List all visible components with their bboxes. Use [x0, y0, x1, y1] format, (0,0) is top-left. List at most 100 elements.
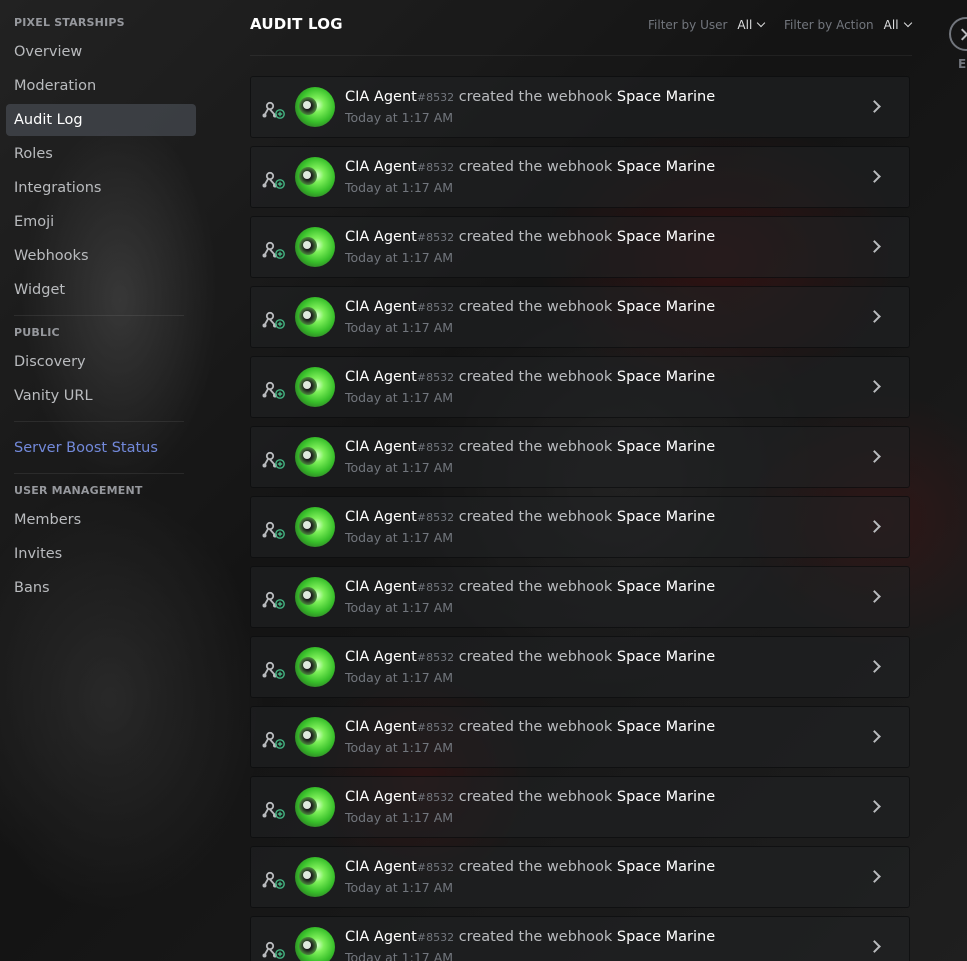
sidebar-item-bans[interactable]: Bans: [6, 572, 196, 604]
chevron-right-icon[interactable]: [868, 240, 881, 253]
chevron-right-icon[interactable]: [868, 590, 881, 603]
entry-target: Space Marine: [616, 229, 716, 245]
sidebar-item-integrations[interactable]: Integrations: [6, 172, 196, 204]
audit-log-entry[interactable]: CIA Agent#8532 created the webhook Space…: [250, 566, 910, 628]
entry-timestamp: Today at 1:17 AM: [345, 670, 454, 685]
avatar[interactable]: [295, 157, 335, 197]
webhook-create-icon: [262, 241, 285, 259]
sidebar-item-widget[interactable]: Widget: [6, 274, 196, 306]
entry-username[interactable]: CIA Agent: [345, 859, 417, 875]
audit-log-entry[interactable]: CIA Agent#8532 created the webhook Space…: [250, 706, 910, 768]
entry-timestamp: Today at 1:17 AM: [345, 110, 454, 125]
webhook-create-icon: [262, 311, 285, 329]
close-settings[interactable]: ESC: [949, 17, 967, 71]
user-management-section-header: USER MANAGEMENT: [14, 484, 143, 497]
entry-username[interactable]: CIA Agent: [345, 509, 417, 525]
entry-username[interactable]: CIA Agent: [345, 229, 417, 245]
avatar[interactable]: [295, 507, 335, 547]
avatar[interactable]: [295, 647, 335, 687]
audit-log-panel: AUDIT LOG Filter by User All Filter by Ac…: [250, 0, 912, 961]
sidebar-item-moderation[interactable]: Moderation: [6, 70, 196, 102]
filter-by-user-dropdown[interactable]: Filter by User All: [648, 18, 766, 32]
chevron-right-icon[interactable]: [868, 170, 881, 183]
audit-log-entry[interactable]: CIA Agent#8532 created the webhook Space…: [250, 216, 910, 278]
entry-username[interactable]: CIA Agent: [345, 159, 417, 175]
sidebar-item-overview[interactable]: Overview: [6, 36, 196, 68]
entry-username[interactable]: CIA Agent: [345, 649, 417, 665]
entry-description: CIA Agent#8532 created the webhook Space…: [345, 439, 715, 455]
chevron-down-icon: [903, 18, 912, 28]
audit-log-entry[interactable]: CIA Agent#8532 created the webhook Space…: [250, 356, 910, 418]
close-icon[interactable]: [949, 17, 967, 51]
entry-timestamp: Today at 1:17 AM: [345, 950, 454, 961]
entry-username[interactable]: CIA Agent: [345, 299, 417, 315]
sidebar-item-roles[interactable]: Roles: [6, 138, 196, 170]
audit-log-entry[interactable]: CIA Agent#8532 created the webhook Space…: [250, 146, 910, 208]
chevron-right-icon[interactable]: [868, 940, 881, 953]
avatar[interactable]: [295, 367, 335, 407]
entry-timestamp: Today at 1:17 AM: [345, 530, 454, 545]
avatar[interactable]: [295, 297, 335, 337]
avatar[interactable]: [295, 437, 335, 477]
audit-log-entry[interactable]: CIA Agent#8532 created the webhook Space…: [250, 496, 910, 558]
entry-username[interactable]: CIA Agent: [345, 89, 417, 105]
entry-description: CIA Agent#8532 created the webhook Space…: [345, 579, 715, 595]
sidebar-item-discovery[interactable]: Discovery: [6, 346, 196, 378]
webhook-create-icon: [262, 801, 285, 819]
chevron-right-icon[interactable]: [868, 800, 881, 813]
sidebar-item-members[interactable]: Members: [6, 504, 196, 536]
audit-log-entry[interactable]: CIA Agent#8532 created the webhook Space…: [250, 916, 910, 961]
audit-log-entry[interactable]: CIA Agent#8532 created the webhook Space…: [250, 776, 910, 838]
esc-label: ESC: [958, 57, 967, 71]
avatar[interactable]: [295, 227, 335, 267]
audit-log-entry[interactable]: CIA Agent#8532 created the webhook Space…: [250, 426, 910, 488]
audit-log-entry[interactable]: CIA Agent#8532 created the webhook Space…: [250, 846, 910, 908]
chevron-right-icon[interactable]: [868, 730, 881, 743]
chevron-right-icon[interactable]: [868, 100, 881, 113]
entry-username[interactable]: CIA Agent: [345, 929, 417, 945]
sidebar-item-audit-log[interactable]: Audit Log: [6, 104, 196, 136]
entry-action: created the webhook: [458, 859, 613, 875]
chevron-right-icon[interactable]: [868, 380, 881, 393]
filter-by-action-dropdown[interactable]: Filter by Action All: [784, 18, 912, 32]
chevron-right-icon[interactable]: [868, 870, 881, 883]
sidebar-item-server-boost-status[interactable]: Server Boost Status: [6, 432, 196, 464]
entry-username[interactable]: CIA Agent: [345, 719, 417, 735]
sidebar-item-vanity-url[interactable]: Vanity URL: [6, 380, 196, 412]
webhook-create-icon: [262, 731, 285, 749]
chevron-right-icon[interactable]: [868, 520, 881, 533]
entry-username[interactable]: CIA Agent: [345, 369, 417, 385]
entry-target: Space Marine: [616, 89, 716, 105]
sidebar-item-webhooks[interactable]: Webhooks: [6, 240, 196, 272]
entry-target: Space Marine: [616, 859, 716, 875]
entry-username[interactable]: CIA Agent: [345, 789, 417, 805]
entry-username[interactable]: CIA Agent: [345, 439, 417, 455]
avatar[interactable]: [295, 717, 335, 757]
entry-description: CIA Agent#8532 created the webhook Space…: [345, 649, 715, 665]
entry-discriminator: #8532: [416, 791, 455, 804]
chevron-right-icon[interactable]: [868, 310, 881, 323]
sidebar-item-invites[interactable]: Invites: [6, 538, 196, 570]
webhook-create-icon: [262, 521, 285, 539]
avatar[interactable]: [295, 857, 335, 897]
entry-action: created the webhook: [458, 649, 613, 665]
server-name-header: PIXEL STARSHIPS: [14, 16, 125, 29]
entry-description: CIA Agent#8532 created the webhook Space…: [345, 229, 715, 245]
avatar[interactable]: [295, 87, 335, 127]
chevron-right-icon[interactable]: [868, 660, 881, 673]
entry-action: created the webhook: [458, 229, 613, 245]
avatar[interactable]: [295, 577, 335, 617]
audit-log-entry[interactable]: CIA Agent#8532 created the webhook Space…: [250, 636, 910, 698]
entry-username[interactable]: CIA Agent: [345, 579, 417, 595]
sidebar-item-emoji[interactable]: Emoji: [6, 206, 196, 238]
chevron-right-icon[interactable]: [868, 450, 881, 463]
avatar[interactable]: [295, 927, 335, 961]
filter-by-action-label: Filter by Action: [784, 18, 874, 32]
sidebar-divider: [14, 315, 184, 316]
avatar[interactable]: [295, 787, 335, 827]
webhook-create-icon: [262, 871, 285, 889]
audit-log-entry[interactable]: CIA Agent#8532 created the webhook Space…: [250, 76, 910, 138]
webhook-create-icon: [262, 101, 285, 119]
entry-timestamp: Today at 1:17 AM: [345, 320, 454, 335]
audit-log-entry[interactable]: CIA Agent#8532 created the webhook Space…: [250, 286, 910, 348]
